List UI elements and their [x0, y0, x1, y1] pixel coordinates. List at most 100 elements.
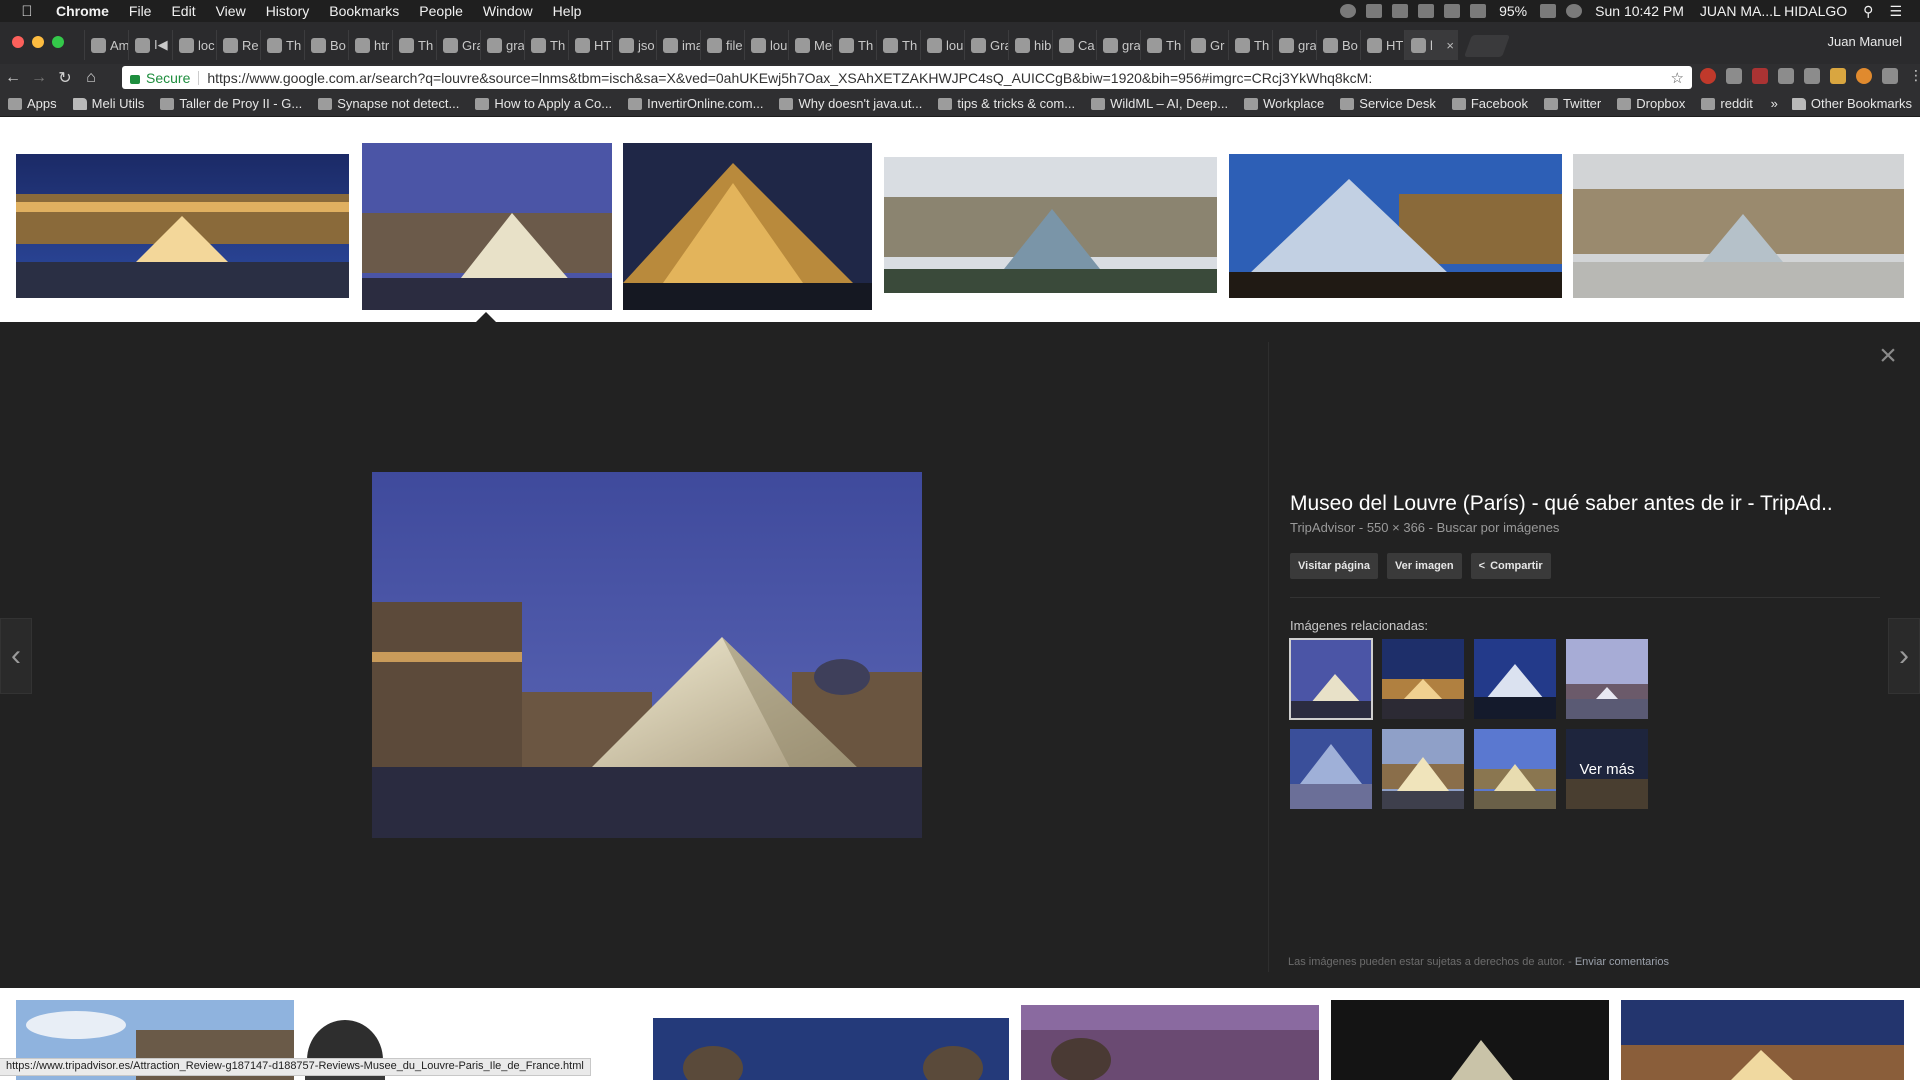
bookmark-item[interactable]: How to Apply a Co... — [467, 96, 620, 111]
result-thumbnail[interactable] — [884, 157, 1217, 293]
image-source[interactable]: TripAdvisor — [1290, 520, 1355, 535]
view-image-button[interactable]: Ver imagen — [1386, 553, 1462, 579]
wifi-icon[interactable] — [1566, 4, 1583, 18]
bookmark-item[interactable]: Facebook — [1444, 96, 1536, 111]
menu-help[interactable]: Help — [543, 0, 592, 22]
result-thumbnail[interactable] — [1621, 1000, 1904, 1080]
browser-tab[interactable]: Th — [524, 30, 568, 60]
keyboard-status-icon[interactable] — [1366, 4, 1383, 18]
result-thumbnail[interactable] — [1573, 154, 1904, 298]
result-thumbnail[interactable] — [1229, 154, 1562, 298]
bookmark-item[interactable]: Synapse not detect... — [310, 96, 467, 111]
volume-icon[interactable] — [1470, 4, 1487, 18]
browser-tab[interactable]: Th — [876, 30, 920, 60]
related-image-thumbnail[interactable] — [1474, 729, 1556, 809]
result-thumbnail[interactable] — [653, 1018, 1009, 1080]
close-window-button[interactable] — [12, 36, 24, 48]
menu-view[interactable]: View — [206, 0, 256, 22]
shield-status-icon[interactable] — [1392, 4, 1409, 18]
browser-tab[interactable]: htr — [348, 30, 392, 60]
related-image-thumbnail[interactable] — [1566, 639, 1648, 719]
search-by-image-link[interactable]: Buscar por imágenes — [1437, 520, 1560, 535]
chrome-menu-icon[interactable]: ⋮ — [1908, 68, 1920, 84]
share-button[interactable]: < Compartir — [1470, 553, 1551, 579]
chrome-status-icon[interactable] — [1340, 4, 1357, 18]
bookmark-item[interactable]: reddit — [1693, 96, 1761, 111]
bookmark-item[interactable]: Workplace — [1236, 96, 1332, 111]
home-icon[interactable]: ⌂ — [78, 69, 104, 87]
browser-tab[interactable]: HT — [1360, 30, 1404, 60]
result-thumbnail[interactable] — [1331, 1000, 1609, 1080]
bookmark-star-icon[interactable]: ☆ — [1671, 69, 1684, 87]
preview-image[interactable] — [372, 472, 922, 838]
menu-app-name[interactable]: Chrome — [46, 0, 119, 22]
result-thumbnail[interactable] — [1021, 1005, 1319, 1080]
see-more-related-button[interactable]: Ver más — [1566, 729, 1648, 809]
airplay-icon[interactable] — [1418, 4, 1435, 18]
bookmark-item[interactable]: Apps — [0, 96, 65, 111]
address-bar[interactable]: Secure https://www.google.com.ar/search?… — [122, 66, 1692, 89]
bookmark-item[interactable]: Twitter — [1536, 96, 1609, 111]
related-image-thumbnail[interactable] — [1474, 639, 1556, 719]
new-tab-button[interactable] — [1463, 35, 1511, 57]
bookmark-item[interactable]: WildML – AI, Deep... — [1083, 96, 1236, 111]
bookmark-item[interactable]: Meli Utils — [65, 96, 153, 111]
url-text[interactable]: https://www.google.com.ar/search?q=louvr… — [207, 70, 1372, 86]
extension-window-icon[interactable] — [1804, 68, 1820, 84]
bluetooth-icon[interactable] — [1444, 4, 1461, 18]
browser-tab[interactable]: Gra — [436, 30, 480, 60]
zoom-window-button[interactable] — [52, 36, 64, 48]
forward-arrow-icon[interactable]: → — [26, 69, 52, 87]
result-thumbnail[interactable] — [623, 143, 872, 310]
extension-orange-icon[interactable] — [1856, 68, 1872, 84]
browser-tab[interactable]: Bo — [304, 30, 348, 60]
bookmark-item[interactable]: Dropbox — [1609, 96, 1693, 111]
browser-tab-active[interactable]: l × — [1404, 30, 1458, 60]
browser-tab[interactable]: hib — [1008, 30, 1052, 60]
notification-center-icon[interactable]: ☰ — [1881, 3, 1910, 20]
bookmark-item[interactable]: Service Desk — [1332, 96, 1444, 111]
browser-tab[interactable]: gra — [480, 30, 524, 60]
spotlight-search-icon[interactable]: ⚲ — [1855, 3, 1881, 20]
extension-red-icon[interactable] — [1700, 68, 1716, 84]
menu-people[interactable]: People — [409, 0, 473, 22]
menu-file[interactable]: File — [119, 0, 162, 22]
back-arrow-icon[interactable]: ← — [0, 69, 26, 87]
battery-percentage[interactable]: 95% — [1491, 3, 1535, 19]
other-bookmarks[interactable]: Other Bookmarks — [1784, 96, 1920, 111]
menu-history[interactable]: History — [256, 0, 320, 22]
related-image-thumbnail[interactable] — [1382, 639, 1464, 719]
menu-bookmarks[interactable]: Bookmarks — [319, 0, 409, 22]
extension-gray-icon[interactable] — [1726, 68, 1742, 84]
browser-tab[interactable]: lou — [744, 30, 788, 60]
browser-tab[interactable]: Re — [216, 30, 260, 60]
menu-window[interactable]: Window — [473, 0, 543, 22]
menu-bar-clock[interactable]: Sun 10:42 PM — [1587, 3, 1692, 19]
browser-tab[interactable]: gra — [1096, 30, 1140, 60]
browser-tab[interactable]: Gr — [1184, 30, 1228, 60]
browser-tab[interactable]: gra — [1272, 30, 1316, 60]
extension-bug-icon[interactable] — [1752, 68, 1768, 84]
browser-tab[interactable]: jso — [612, 30, 656, 60]
browser-tab[interactable]: Bo — [1316, 30, 1360, 60]
previous-image-arrow-icon[interactable]: ‹ — [0, 618, 32, 694]
related-image-thumbnail[interactable] — [1290, 729, 1372, 809]
result-thumbnail[interactable] — [16, 154, 349, 298]
browser-tab[interactable]: Th — [392, 30, 436, 60]
close-preview-icon[interactable]: × — [1874, 341, 1902, 371]
menu-edit[interactable]: Edit — [161, 0, 205, 22]
bookmark-item[interactable]: tips & tricks & com... — [930, 96, 1083, 111]
extension-bulb-icon[interactable] — [1882, 68, 1898, 84]
browser-tab[interactable]: loc — [172, 30, 216, 60]
close-tab-icon[interactable]: × — [1446, 38, 1458, 53]
browser-tab[interactable]: Th — [1140, 30, 1184, 60]
bookmark-item[interactable]: InvertirOnline.com... — [620, 96, 771, 111]
browser-tab[interactable]: ima — [656, 30, 700, 60]
next-image-arrow-icon[interactable]: › — [1888, 618, 1920, 694]
extension-yellow-icon[interactable] — [1830, 68, 1846, 84]
reload-icon[interactable]: ↻ — [52, 68, 78, 88]
browser-tab[interactable]: Am — [84, 30, 128, 60]
browser-tab[interactable]: I◀ — [128, 30, 172, 60]
result-thumbnail-selected[interactable] — [362, 143, 612, 310]
browser-tab[interactable]: HT — [568, 30, 612, 60]
